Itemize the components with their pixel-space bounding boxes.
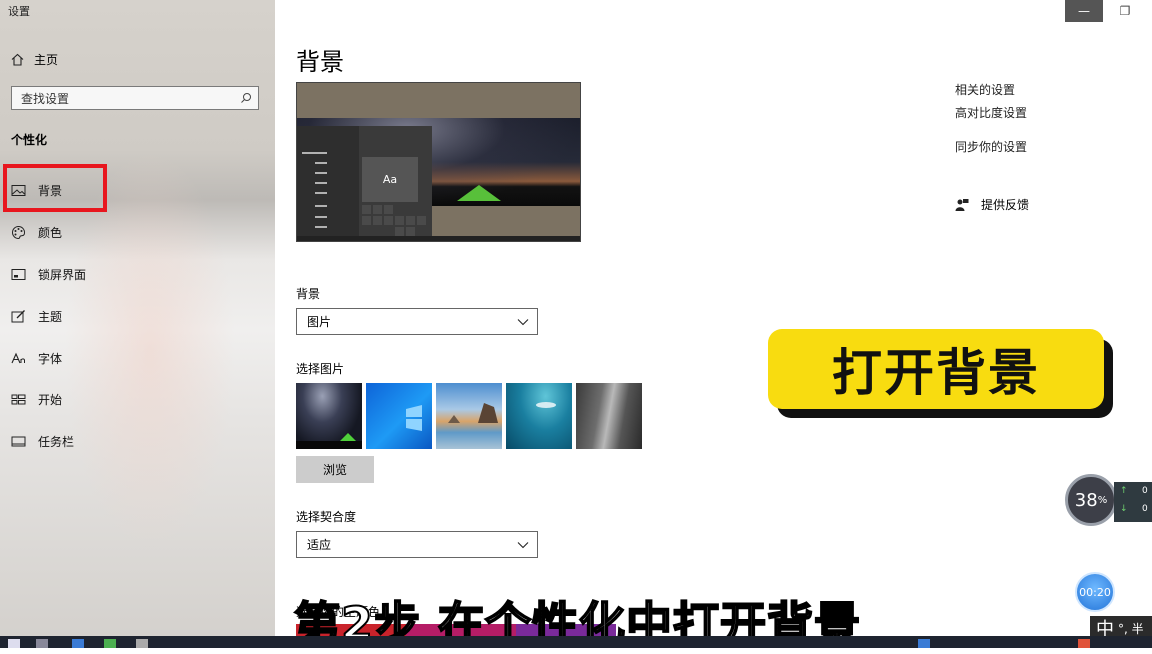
related-link[interactable]: 同步你的设置 [955,138,1027,155]
background-dropdown[interactable]: 图片 [296,308,538,335]
background-preview: Aa [296,82,581,242]
preview-tent [457,185,501,201]
sidebar-item-colors[interactable]: 颜色 [11,223,62,241]
picture-thumbnail[interactable] [576,383,642,449]
search-placeholder: 查找设置 [21,91,70,106]
step-banner: 打开背景 [768,329,1104,409]
gauge-value: 38 [1074,489,1098,511]
taskbar-app-icon[interactable] [36,639,48,648]
picture-thumbnail[interactable] [436,383,502,449]
related-link[interactable]: 高对比度设置 [955,104,1027,121]
preview-menu-lines [302,152,387,228]
thumb-windows-logo [406,405,422,431]
settings-main: — ❐ 背景 Aa 背景 图片 选择图片 浏览 选择契合度 适应 选择你的主题色… [275,0,1152,636]
sidebar-item-label: 颜色 [38,225,63,240]
sidebar-item-start[interactable]: 开始 [11,390,62,408]
preview-start-menu: Aa [297,126,432,241]
background-label: 背景 [296,287,321,301]
restore-button[interactable]: ❐ [1113,0,1137,22]
window-title: 设置 [8,5,30,18]
network-speed-panel: ↑ 0 ↓ 0 [1114,482,1152,522]
preview-tile: Aa [362,157,418,202]
sidebar-item-label: 主题 [38,309,63,324]
sidebar-item-themes[interactable]: 主题 [11,307,62,325]
thumb-underwater [536,402,556,408]
feedback-icon [955,198,969,211]
palette-icon [12,225,25,239]
thumb-night-camp [296,433,362,449]
background-dropdown-value: 图片 [307,315,332,329]
search-input[interactable]: 查找设置 [11,86,259,110]
theme-icon [11,309,25,322]
lockscreen-icon [11,268,26,280]
taskbar-app-icon[interactable] [104,639,116,648]
recording-timer[interactable]: 00:20 [1075,572,1115,612]
choose-picture-label: 选择图片 [296,362,345,376]
fit-label: 选择契合度 [296,510,357,524]
start-button[interactable] [8,639,20,648]
settings-sidebar: 设置 主页 查找设置 个性化 背景 颜色 锁屏界面 主题 字体 开始 任务栏 [0,0,275,636]
upload-arrow-icon: ↑ [1120,486,1128,496]
fit-dropdown[interactable]: 适应 [296,531,538,558]
sidebar-item-taskbar[interactable]: 任务栏 [11,432,74,450]
highlight-box [3,164,107,212]
taskbar-app-icon[interactable] [72,639,84,648]
sidebar-item-lockscreen[interactable]: 锁屏界面 [11,265,86,283]
font-icon [11,352,25,363]
browse-button[interactable]: 浏览 [296,456,374,483]
feedback-label: 提供反馈 [981,198,1030,212]
picture-thumbnail[interactable] [296,383,362,449]
thumb-beach-rocks [448,403,498,423]
picture-thumbnail[interactable] [506,383,572,449]
feedback-link[interactable]: 提供反馈 [955,196,1029,213]
home-icon [11,53,24,66]
memory-gauge[interactable]: 38% [1065,474,1117,526]
preview-menu-list [297,126,387,241]
start-icon [11,394,26,404]
picture-thumbnail[interactable] [366,383,432,449]
windows-taskbar [0,636,1152,648]
sidebar-item-label: 锁屏界面 [38,267,87,282]
download-arrow-icon: ↓ [1120,504,1128,514]
download-speed: 0 [1142,504,1148,514]
sidebar-item-label: 字体 [38,351,63,366]
sidebar-item-label: 开始 [38,392,63,407]
section-title: 个性化 [11,133,48,147]
fit-dropdown-value: 适应 [307,538,332,552]
sidebar-item-label: 任务栏 [38,434,75,449]
nav-home[interactable]: 主页 [11,50,58,68]
page-title: 背景 [296,48,344,76]
upload-speed: 0 [1142,486,1148,496]
chevron-down-icon [517,541,529,548]
minimize-button[interactable]: — [1065,0,1103,22]
tray-icon[interactable] [918,639,930,648]
chevron-down-icon [517,318,529,325]
ime-mode: °, 半 [1118,621,1144,636]
tray-icon[interactable] [1078,639,1090,648]
taskbar-settings-icon[interactable] [136,639,148,648]
preview-taskbar [297,236,580,241]
taskbar-icon [11,436,26,446]
related-title: 相关的设置 [955,83,1016,97]
sidebar-item-fonts[interactable]: 字体 [11,349,62,367]
search-icon [241,93,251,103]
nav-home-label: 主页 [34,52,59,67]
gauge-unit: % [1097,494,1108,506]
